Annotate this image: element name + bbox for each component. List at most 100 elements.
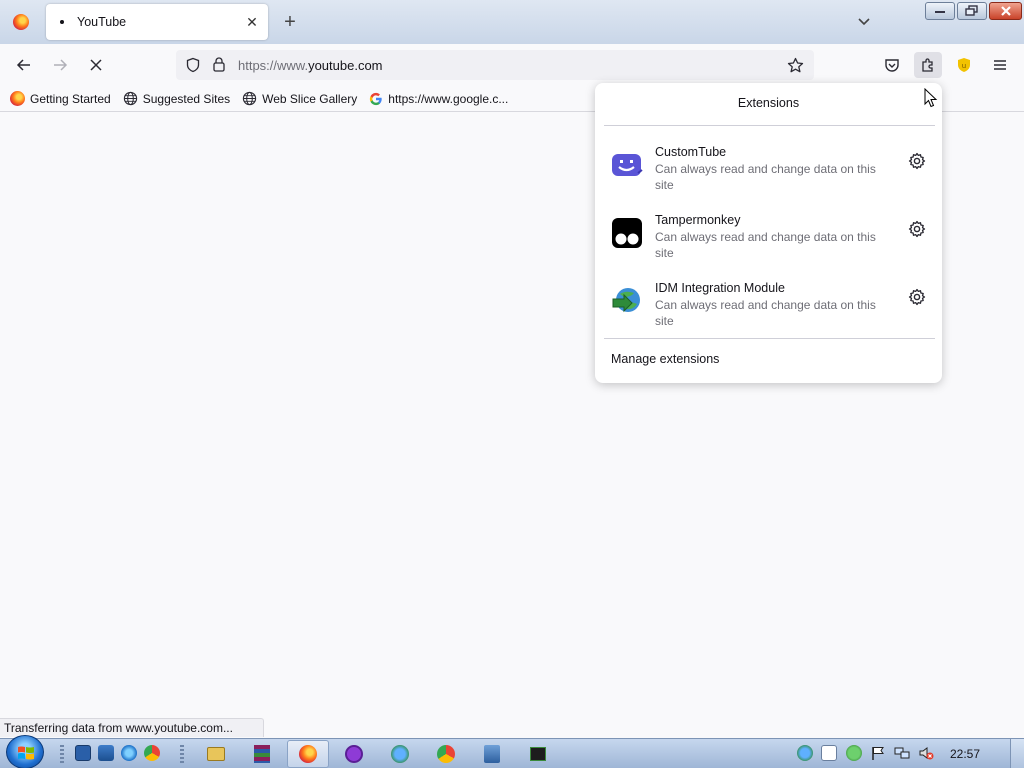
back-button[interactable] [10, 52, 38, 78]
arrow-left-icon [16, 59, 30, 71]
extension-settings-button[interactable] [903, 147, 931, 175]
extension-item-customtube[interactable]: CustomTube Can always read and change da… [603, 141, 934, 205]
tampermonkey-icon [612, 218, 642, 248]
extensions-button[interactable] [914, 52, 942, 78]
extensions-panel: Extensions CustomTube Can always read an… [595, 83, 942, 383]
tray-document-icon[interactable] [821, 745, 837, 761]
tab-title: YouTube [77, 15, 127, 29]
loading-dot-icon [60, 20, 64, 24]
bookmark-web-slice-gallery[interactable]: Web Slice Gallery [242, 91, 357, 106]
firefox-menu-icon[interactable] [0, 0, 42, 44]
tray-idm-icon[interactable] [797, 745, 813, 761]
extension-item-tampermonkey[interactable]: Tampermonkey Can always read and change … [603, 209, 934, 273]
bookmark-getting-started[interactable]: Getting Started [10, 91, 111, 106]
chrome-icon [437, 745, 455, 763]
extension-name: CustomTube [655, 145, 727, 159]
internet-explorer-icon[interactable] [121, 745, 137, 761]
app-menu-button[interactable] [986, 52, 1014, 78]
taskbar-firefox[interactable] [287, 740, 329, 768]
taskbar-chrome[interactable] [425, 740, 467, 768]
windows-logo-icon [18, 746, 34, 760]
navigation-toolbar: https://www.youtube.com u [0, 44, 1024, 86]
folder-icon [207, 747, 225, 761]
quicklaunch-grip[interactable] [60, 745, 64, 763]
bookmark-label: Suggested Sites [142, 91, 231, 106]
globe-icon [123, 91, 137, 106]
google-icon [370, 92, 382, 105]
firefox-icon [10, 91, 25, 106]
tray-security-icon[interactable] [846, 745, 862, 761]
lock-icon[interactable] [212, 56, 226, 73]
switch-windows-icon[interactable] [98, 745, 114, 761]
extension-description: Can always read and change data on this … [655, 162, 876, 192]
idm-icon [612, 288, 640, 313]
network-monitor-icon [894, 747, 910, 759]
start-button[interactable] [6, 735, 44, 768]
extension-name: IDM Integration Module [655, 281, 785, 295]
bookmark-label: Web Slice Gallery [262, 91, 358, 106]
extension-settings-button[interactable] [903, 215, 931, 243]
close-icon [1000, 6, 1011, 16]
bookmark-star-icon[interactable] [787, 57, 804, 74]
customtube-icon [612, 154, 643, 176]
taskbar-network-app[interactable] [471, 740, 513, 768]
globe-icon [242, 91, 257, 106]
ublock-button[interactable]: u [950, 52, 978, 78]
minimize-button[interactable] [925, 2, 955, 20]
url-bar[interactable]: https://www.youtube.com [176, 50, 814, 80]
taskbar-winrar[interactable] [241, 740, 283, 768]
tray-action-center-icon[interactable] [870, 745, 886, 761]
show-desktop-button[interactable] [1010, 739, 1024, 768]
ublock-shield-icon: u [958, 58, 970, 72]
gear-icon [908, 220, 926, 238]
taskbar-idm[interactable] [379, 740, 421, 768]
taskbar-grip[interactable] [180, 745, 184, 763]
network-icon [484, 745, 500, 763]
tray-volume-icon[interactable] [918, 745, 934, 761]
divider [604, 338, 935, 339]
chrome-quicklaunch-icon[interactable] [144, 745, 160, 761]
volume-muted-icon [919, 747, 934, 760]
taskbar-clock[interactable]: 22:57 [950, 747, 980, 761]
pocket-icon [885, 59, 899, 72]
forward-button[interactable] [46, 52, 74, 78]
svg-text:u: u [962, 62, 966, 70]
gear-icon [908, 288, 926, 306]
extension-item-idm[interactable]: IDM Integration Module Can always read a… [603, 277, 934, 341]
tab-youtube[interactable]: YouTube ✕ [46, 4, 268, 40]
bookmark-label: https://www.google.c... [388, 91, 509, 106]
restore-button[interactable] [957, 2, 987, 20]
tab-strip: YouTube ✕ + [0, 0, 1024, 44]
taskbar-terminal[interactable] [517, 740, 559, 768]
manage-extensions-button[interactable]: Manage extensions [611, 352, 719, 366]
url-text: https://www.youtube.com [238, 58, 383, 73]
taskbar-explorer[interactable] [195, 740, 237, 768]
bookmark-suggested-sites[interactable]: Suggested Sites [123, 91, 230, 106]
pocket-button[interactable] [878, 52, 906, 78]
extension-name: Tampermonkey [655, 213, 741, 227]
extension-settings-button[interactable] [903, 283, 931, 311]
status-text: Transferring data from www.youtube.com..… [0, 718, 264, 737]
show-desktop-icon[interactable] [75, 745, 91, 761]
app-icon [345, 745, 363, 763]
hamburger-menu-icon [994, 60, 1006, 70]
extension-description: Can always read and change data on this … [655, 230, 876, 260]
arrow-right-icon [54, 59, 68, 71]
tray-network-icon[interactable] [894, 745, 910, 761]
divider [604, 125, 935, 126]
mouse-cursor-icon [924, 88, 938, 108]
firefox-icon [299, 745, 317, 763]
tracking-protection-shield-icon[interactable] [185, 57, 201, 73]
puzzle-piece-icon [922, 58, 933, 72]
stop-icon [90, 59, 102, 71]
list-all-tabs-button[interactable] [852, 12, 876, 32]
bookmark-google[interactable]: https://www.google.c... [369, 92, 508, 106]
stop-button[interactable] [82, 52, 110, 78]
taskbar-app-purple[interactable] [333, 740, 375, 768]
minimize-icon [935, 11, 945, 13]
close-window-button[interactable] [989, 2, 1022, 20]
tab-close-button[interactable]: ✕ [242, 12, 262, 32]
new-tab-button[interactable]: + [279, 11, 301, 33]
flag-icon [872, 747, 884, 760]
winrar-icon [254, 745, 270, 763]
